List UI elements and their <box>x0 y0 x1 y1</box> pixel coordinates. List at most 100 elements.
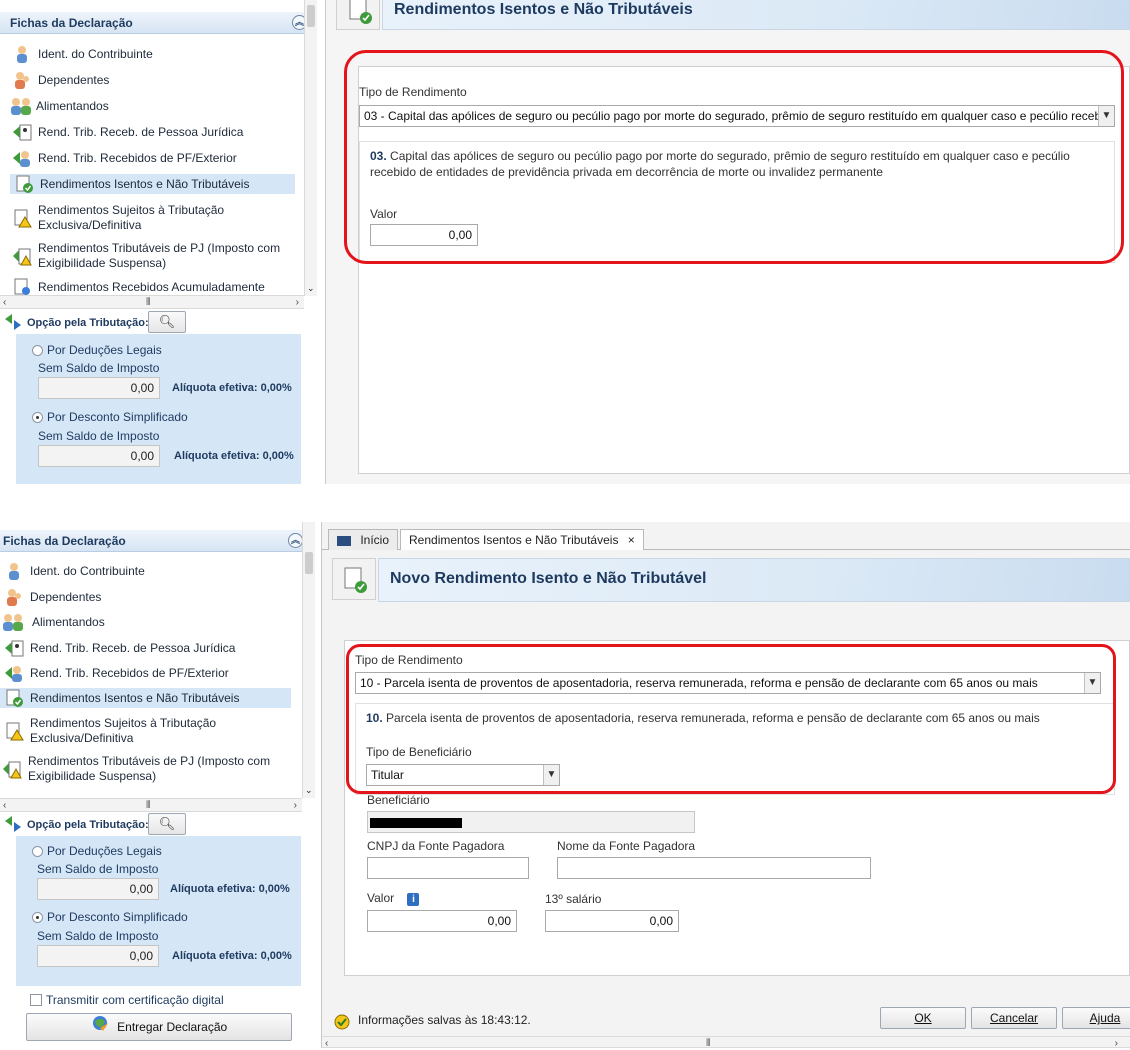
tipo-rendimento-select[interactable]: 03 - Capital das apólices de seguro ou p… <box>359 105 1115 127</box>
form-title: Novo Rendimento Isento e Não Tributável <box>390 570 707 587</box>
saved-status-icon <box>332 1011 352 1034</box>
valor-input[interactable]: 0,00 <box>370 224 478 246</box>
radio-deducoes-control[interactable] <box>32 344 43 356</box>
tipo-description-2: 10. Parcela isenta de proventos de apose… <box>355 703 1115 795</box>
nav-item-alimentandos[interactable]: Alimentandos <box>0 96 311 116</box>
scroll-down-icon[interactable]: ⌄ <box>305 785 313 796</box>
nav-item-suspensa[interactable]: Rendimentos Tributáveis de PJ (Imposto c… <box>0 240 311 272</box>
warning-doc-icon <box>12 208 32 228</box>
exempt-doc-icon <box>348 0 374 28</box>
globe-send-icon <box>91 1014 109 1041</box>
accumulated-icon <box>12 278 32 296</box>
fichas-header-2[interactable]: Fichas da Declaração ︽ <box>0 530 309 552</box>
nav2-item-ident[interactable]: Ident. do Contribuinte <box>0 561 307 581</box>
nav2-item-dependentes[interactable]: Dependentes <box>0 587 307 607</box>
radio-deducoes-control-2[interactable] <box>32 845 43 857</box>
nav2-item-sujeitos[interactable]: Rendimentos Sujeitos à Tributação Exclus… <box>0 715 307 747</box>
radio-desconto-2[interactable]: Por Desconto Simplificado <box>32 910 188 924</box>
radio-desconto[interactable]: Por Desconto Simplificado <box>32 410 188 424</box>
fichas-vscroll[interactable]: ⌄ <box>304 0 317 296</box>
scroll-left-icon[interactable]: ‹ <box>3 799 6 812</box>
scroll-right-icon[interactable]: › <box>1115 1037 1118 1050</box>
top-title-banner: Rendimentos Isentos e Não Tributáveis <box>382 0 1130 30</box>
nav-item-sujeitos[interactable]: Rendimentos Sujeitos à Tributação Exclus… <box>0 202 311 234</box>
bottom-doc-icon-box <box>332 558 376 600</box>
aliquota-4: Alíquota efetiva: 0,00% <box>172 950 292 962</box>
fichas-title-2: Fichas da Declaração <box>3 534 126 548</box>
cnpj-label: CNPJ da Fonte Pagadora <box>367 839 505 853</box>
tab-rendimentos[interactable]: Rendimentos Isentos e Não Tributáveis × <box>400 529 644 550</box>
tab-inicio[interactable]: Início <box>328 529 399 550</box>
scroll-grip-icon[interactable]: ⦀ <box>706 1037 710 1050</box>
bottom-hscroll[interactable]: ‹ ⦀ › <box>322 1036 1130 1050</box>
chevron-down-icon[interactable]: ▼ <box>1098 106 1114 126</box>
radio-desconto-control[interactable] <box>32 411 43 423</box>
tipo-rendimento-select-2[interactable]: 10 - Parcela isenta de proventos de apos… <box>355 672 1101 694</box>
nav2-item-rend-pj[interactable]: Rend. Trib. Receb. de Pessoa Jurídica <box>0 638 307 658</box>
ok-button[interactable]: OK <box>880 1007 966 1029</box>
scroll-grip-icon[interactable]: ⦀ <box>146 799 150 812</box>
nome-fonte-label: Nome da Fonte Pagadora <box>557 839 696 853</box>
radio-deducoes[interactable]: Por Deduções Legais <box>32 343 162 357</box>
valor-input-2[interactable]: 0,00 <box>367 910 517 932</box>
radio-deducoes-2[interactable]: Por Deduções Legais <box>32 844 162 858</box>
opcao-box: Por Deduções Legais Sem Saldo de Imposto… <box>16 334 301 484</box>
cnpj-input[interactable] <box>367 857 529 879</box>
scroll-left-icon[interactable]: ‹ <box>3 296 6 309</box>
nav-item-ident[interactable]: Ident. do Contribuinte <box>0 44 311 64</box>
decimo-input[interactable]: 0,00 <box>545 910 679 932</box>
scroll-down-icon[interactable]: ⌄ <box>307 283 315 294</box>
warning-doc-icon <box>4 721 24 741</box>
nav2-item-rend-pf[interactable]: Rend. Trib. Recebidos de PF/Exterior <box>0 663 307 683</box>
chevron-down-icon[interactable]: ▼ <box>543 765 559 785</box>
transmitir-checkbox-row[interactable]: Transmitir com certificação digital <box>30 993 224 1007</box>
fichas-title: Fichas da Declaração <box>10 16 133 30</box>
nav-item-acumulado[interactable]: Rendimentos Recebidos Acumuladamente <box>0 278 311 296</box>
exempt-income-icon <box>14 174 34 194</box>
radio-desconto-control-2[interactable] <box>32 911 43 923</box>
home-icon <box>337 535 351 546</box>
scroll-grip-icon[interactable]: ⦀ <box>146 296 150 309</box>
collapse-icon-2[interactable]: ︽ <box>288 533 303 548</box>
fichas-hscroll[interactable]: ‹ ⦀ › <box>0 295 304 309</box>
dependents-icon <box>4 587 24 607</box>
nav-item-dependentes[interactable]: Dependentes <box>0 70 311 90</box>
nav-item-rend-pf[interactable]: Rend. Trib. Recebidos de PF/Exterior <box>0 148 311 168</box>
alimentandos-icon <box>10 96 31 116</box>
nav2-item-alimentandos[interactable]: Alimentandos <box>0 612 307 632</box>
fichas-header[interactable]: Fichas da Declaração ︽ <box>0 12 313 34</box>
entregar-button[interactable]: Entregar Declaração <box>26 1013 292 1041</box>
fichas-panel: Fichas da Declaração ︽ Ident. do Contrib… <box>0 0 326 484</box>
opcao-search-button[interactable]: 🔍︎ <box>148 311 186 333</box>
cancelar-button[interactable]: Cancelar <box>971 1007 1057 1029</box>
fichas2-vscroll[interactable]: ⌄ <box>302 522 315 798</box>
scroll-left-icon[interactable]: ‹ <box>325 1037 328 1050</box>
deducoes-value: 0,00 <box>38 377 160 399</box>
close-tab-icon[interactable]: × <box>628 533 635 547</box>
nav-item-isentos[interactable]: Rendimentos Isentos e Não Tributáveis <box>10 174 295 194</box>
income-pf-icon <box>4 663 24 683</box>
income-pj-icon <box>12 122 32 142</box>
ajuda-button[interactable]: Ajuda <box>1062 1007 1130 1029</box>
info-icon[interactable]: i <box>407 893 420 906</box>
scroll-right-icon[interactable]: › <box>294 799 297 812</box>
status-text: Informações salvas às 18:43:12. <box>358 1013 531 1027</box>
person-icon <box>4 561 24 581</box>
aliquota-3: Alíquota efetiva: 0,00% <box>170 883 290 895</box>
bottom-title-banner: Novo Rendimento Isento e Não Tributável <box>378 558 1130 602</box>
opcao-search-button-2[interactable]: 🔍︎ <box>148 813 186 835</box>
search-icon: 🔍︎ <box>158 816 176 831</box>
chevron-down-icon[interactable]: ▼ <box>1084 673 1100 693</box>
tipo-beneficiario-select[interactable]: Titular ▼ <box>366 764 560 786</box>
opcao-label: Opção pela Tributação: <box>27 317 149 329</box>
top-content-box: Tipo de Rendimento 03 - Capital das apól… <box>358 66 1130 474</box>
nome-fonte-input[interactable] <box>557 857 871 879</box>
nav-item-rend-pj[interactable]: Rend. Trib. Receb. de Pessoa Jurídica <box>0 122 311 142</box>
search-icon: 🔍︎ <box>158 314 176 329</box>
alimentandos-icon <box>2 612 26 632</box>
scroll-right-icon[interactable]: › <box>296 296 299 309</box>
nav2-item-suspensa[interactable]: Rendimentos Tributáveis de PJ (Imposto c… <box>0 753 307 785</box>
transmitir-checkbox[interactable] <box>30 994 42 1006</box>
fichas2-hscroll[interactable]: ‹ ⦀ › <box>0 798 302 812</box>
nav2-item-isentos[interactable]: Rendimentos Isentos e Não Tributáveis <box>0 688 291 708</box>
